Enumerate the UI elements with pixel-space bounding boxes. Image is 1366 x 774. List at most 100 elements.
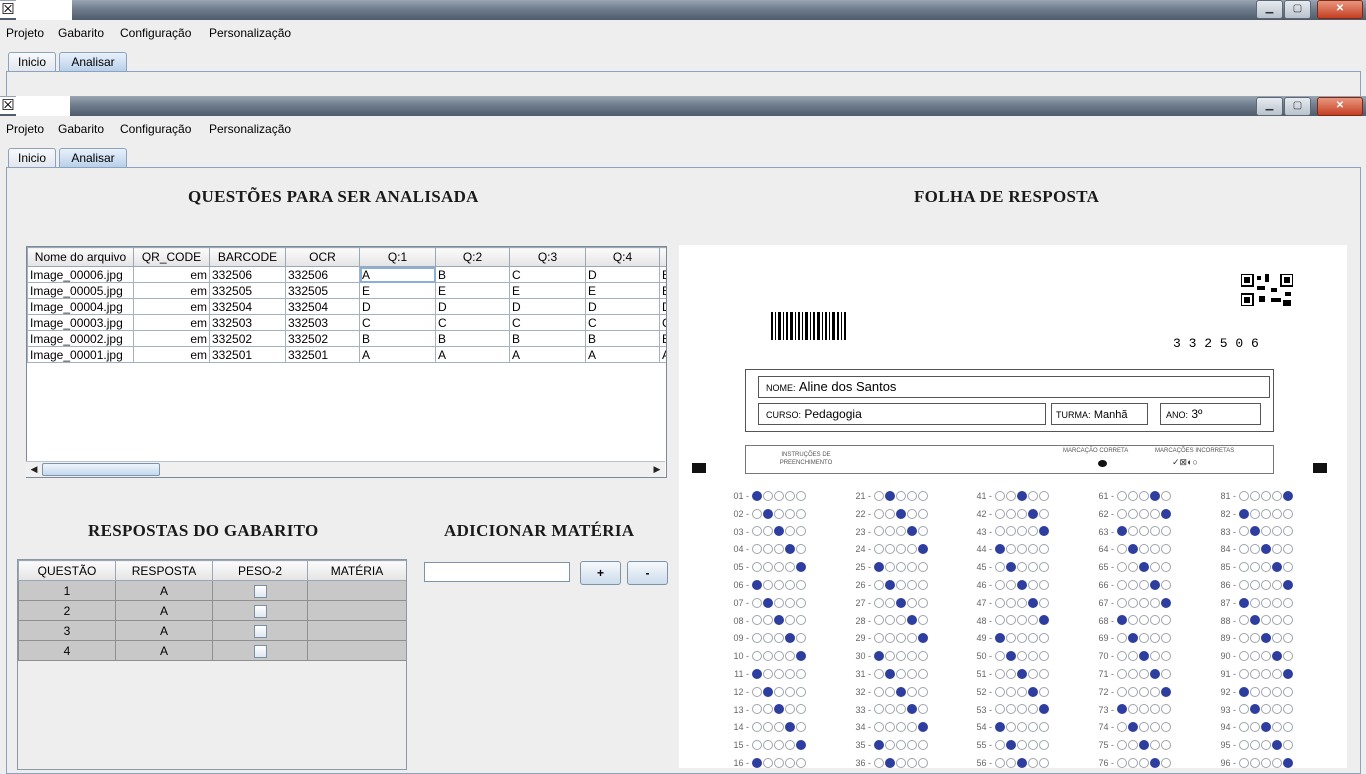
table-cell[interactable]: 332502: [285, 330, 360, 347]
table-cell[interactable]: E: [659, 266, 666, 283]
table-cell[interactable]: B: [659, 330, 666, 347]
files-table[interactable]: Nome do arquivo QR_CODE BARCODE OCR Q:1 Q:2 Q:…: [26, 246, 667, 478]
materia-input[interactable]: [424, 562, 570, 582]
table-cell[interactable]: em: [133, 314, 210, 331]
table-cell[interactable]: 332504: [209, 298, 286, 315]
scroll-thumb[interactable]: [42, 463, 160, 476]
table-cell[interactable]: 332504: [285, 298, 360, 315]
table-cell[interactable]: em: [133, 298, 210, 315]
tab-inicio[interactable]: Inicio: [8, 52, 56, 71]
table-cell[interactable]: em: [133, 330, 210, 347]
table-cell[interactable]: C: [509, 314, 586, 331]
table-cell[interactable]: C: [585, 314, 660, 331]
table-cell[interactable]: A: [509, 346, 586, 363]
minimize-button[interactable]: ▁: [1256, 97, 1283, 116]
table-row[interactable]: Image_00005.jpgem332505332505EEEEE: [27, 282, 666, 299]
materia-cell[interactable]: [307, 600, 406, 621]
resposta-cell[interactable]: A: [115, 620, 213, 641]
table-cell[interactable]: E: [359, 282, 436, 299]
table-cell[interactable]: 332506: [209, 266, 286, 283]
peso-2-checkbox[interactable]: [253, 604, 267, 618]
table-cell[interactable]: D: [509, 298, 586, 315]
close-button[interactable]: ✕: [1317, 0, 1363, 19]
table-cell[interactable]: B: [435, 266, 510, 283]
close-button[interactable]: ✕: [1317, 97, 1363, 116]
table-cell[interactable]: 332501: [209, 346, 286, 363]
table-cell[interactable]: 332501: [285, 346, 360, 363]
gabarito-row[interactable]: 4A: [18, 640, 406, 661]
files-col-header[interactable]: Q:2: [435, 247, 510, 267]
files-col-header[interactable]: Q:1: [359, 247, 436, 267]
peso-cell[interactable]: [212, 620, 308, 641]
table-cell[interactable]: Image_00006.jpg: [27, 266, 134, 283]
window-titlebar[interactable]: ☒ ▁ ▢ ✕: [0, 96, 1366, 116]
table-cell[interactable]: D: [435, 298, 510, 315]
table-row[interactable]: Image_00004.jpgem332504332504DDDDD: [27, 298, 666, 315]
tab-analisar[interactable]: Analisar: [59, 52, 127, 71]
materia-cell[interactable]: [307, 620, 406, 641]
table-cell[interactable]: D: [359, 298, 436, 315]
peso-2-checkbox[interactable]: [253, 644, 267, 658]
materia-cell[interactable]: [307, 580, 406, 601]
peso-cell[interactable]: [212, 600, 308, 621]
table-cell[interactable]: 332503: [209, 314, 286, 331]
files-col-header[interactable]: OCR: [285, 247, 360, 267]
table-cell[interactable]: E: [435, 282, 510, 299]
menu-gabarito[interactable]: Gabarito: [58, 122, 104, 136]
table-cell[interactable]: E: [509, 282, 586, 299]
maximize-button[interactable]: ▢: [1284, 0, 1311, 19]
scroll-right-arrow-icon[interactable]: ▶: [650, 463, 664, 476]
peso-2-checkbox[interactable]: [253, 624, 267, 638]
remove-materia-button[interactable]: -: [627, 561, 668, 585]
files-table-hscrollbar[interactable]: ◀ ▶: [26, 461, 665, 477]
resposta-cell[interactable]: A: [115, 580, 213, 601]
files-col-header[interactable]: BARCODE: [209, 247, 286, 267]
menu-gabarito[interactable]: Gabarito: [58, 26, 104, 40]
menu-configuracao[interactable]: Configuração: [120, 122, 191, 136]
table-cell[interactable]: em: [133, 282, 210, 299]
files-col-header[interactable]: QR_CODE: [133, 247, 210, 267]
table-cell[interactable]: D: [585, 298, 660, 315]
table-cell[interactable]: Image_00001.jpg: [27, 346, 134, 363]
questao-cell[interactable]: 4: [18, 640, 116, 661]
questao-cell[interactable]: 3: [18, 620, 116, 641]
table-cell[interactable]: D: [659, 298, 666, 315]
files-col-header[interactable]: Q:4: [585, 247, 660, 267]
table-cell[interactable]: Image_00005.jpg: [27, 282, 134, 299]
scroll-left-arrow-icon[interactable]: ◀: [27, 463, 41, 476]
questao-cell[interactable]: 2: [18, 600, 116, 621]
peso-cell[interactable]: [212, 640, 308, 661]
gabarito-row[interactable]: 2A: [18, 600, 406, 621]
menu-projeto[interactable]: Projeto: [6, 122, 44, 136]
table-cell[interactable]: C: [435, 314, 510, 331]
table-cell[interactable]: 332503: [285, 314, 360, 331]
gabarito-row[interactable]: 1A: [18, 580, 406, 601]
table-cell[interactable]: B: [509, 330, 586, 347]
table-cell[interactable]: E: [659, 282, 666, 299]
table-row[interactable]: Image_00002.jpgem332502332502BBBBB: [27, 330, 666, 347]
gabarito-row[interactable]: 3A: [18, 620, 406, 641]
table-cell[interactable]: em: [133, 346, 210, 363]
table-cell[interactable]: 332506: [285, 266, 360, 283]
table-cell[interactable]: B: [585, 330, 660, 347]
materia-cell[interactable]: [307, 640, 406, 661]
table-cell[interactable]: C: [359, 314, 436, 331]
gabarito-col-header[interactable]: MATÉRIA: [307, 560, 406, 581]
maximize-button[interactable]: ▢: [1284, 97, 1311, 116]
table-cell[interactable]: em: [133, 266, 210, 283]
menu-personalizacao[interactable]: Personalização: [209, 26, 291, 40]
add-materia-button[interactable]: +: [580, 561, 621, 585]
table-cell[interactable]: B: [435, 330, 510, 347]
table-row[interactable]: Image_00006.jpgem332506332506ABCDE: [27, 266, 666, 283]
gabarito-table[interactable]: QUESTÃO RESPOSTA PESO-2 MATÉRIA 1A2A3A4A: [17, 559, 407, 770]
table-cell[interactable]: B: [359, 330, 436, 347]
table-cell[interactable]: Image_00003.jpg: [27, 314, 134, 331]
resposta-cell[interactable]: A: [115, 640, 213, 661]
resposta-cell[interactable]: A: [115, 600, 213, 621]
table-cell[interactable]: A: [659, 346, 666, 363]
menu-configuracao[interactable]: Configuração: [120, 26, 191, 40]
table-cell[interactable]: D: [585, 266, 660, 283]
table-cell[interactable]: C: [659, 314, 666, 331]
table-cell[interactable]: A: [359, 266, 436, 283]
tab-analisar[interactable]: Analisar: [59, 148, 127, 167]
